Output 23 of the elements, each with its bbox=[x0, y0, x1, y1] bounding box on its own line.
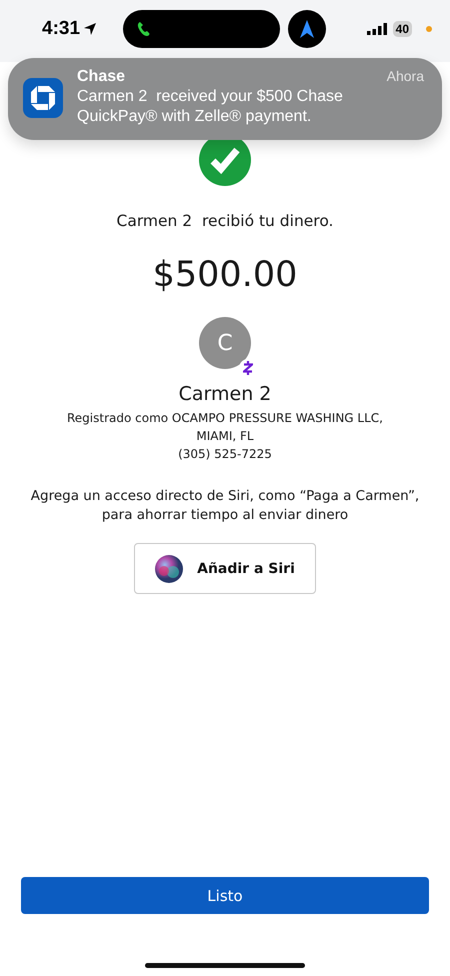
siri-orb-icon bbox=[155, 554, 184, 582]
phone-call-icon[interactable] bbox=[137, 21, 152, 37]
siri-shortcut-hint: Agrega un acceso directo de Siri, como “Paga a Carmen”, para ahorrar tiempo al enviar dinero bbox=[30, 487, 420, 525]
add-to-siri-button[interactable]: Añadir a Siri bbox=[134, 543, 316, 594]
registered-name: Registrado como OCAMPO PRESSURE WASHING LLC, bbox=[67, 410, 383, 427]
recipient-name: Carmen 2 bbox=[178, 383, 272, 405]
battery-indicator: 40 bbox=[392, 21, 412, 37]
clock-time: 4:31 bbox=[42, 18, 80, 40]
signal-icon bbox=[366, 23, 387, 35]
notification-time: Ahora bbox=[386, 68, 424, 86]
navigation-arrow-icon bbox=[300, 20, 314, 38]
navigation-bubble[interactable] bbox=[288, 10, 326, 48]
notification-message: Carmen 2 received your $500 Chase QuickPay® with Zelle® payment. bbox=[77, 87, 344, 127]
recipient-phone: (305) 525-7225 bbox=[177, 446, 273, 463]
notification-background[interactable] bbox=[8, 58, 442, 140]
recipient-location: MIAMI, FL bbox=[195, 428, 255, 445]
app-name: Chase bbox=[77, 68, 126, 86]
payment-amount: $500.00 bbox=[152, 255, 298, 295]
confirmation-message: Carmen 2 recibió tu dinero. bbox=[116, 212, 334, 230]
app-logo-icon bbox=[23, 78, 63, 118]
done-button[interactable]: Listo bbox=[21, 877, 429, 914]
location-arrow-icon bbox=[83, 22, 98, 36]
privacy-dot-icon bbox=[426, 26, 432, 32]
